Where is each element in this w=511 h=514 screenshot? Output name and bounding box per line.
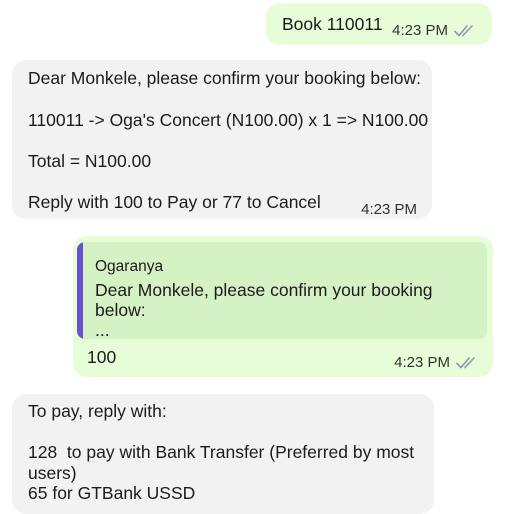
message-meta: 4:23 PM	[392, 22, 478, 39]
message-time: 4:23 PM	[392, 22, 448, 39]
double-check-icon	[454, 24, 473, 36]
message-text: Book 110011	[282, 14, 383, 34]
message-bubble-outgoing-reply[interactable]: Ogaranya Dear Monkele, please confirm yo…	[73, 236, 493, 377]
message-meta: 4:23 PM	[394, 354, 480, 371]
message-line: To pay, reply with:	[28, 401, 167, 421]
message-line: 65 for GTBank USSD	[28, 483, 196, 503]
message-line: 128 to pay with Bank Transfer (Preferred…	[28, 442, 420, 483]
message-line: 110011 -> Oga's Concert (N100.00) x 1 =>…	[28, 110, 429, 130]
message-bubble-incoming[interactable]: Dear Monkele, please confirm your bookin…	[12, 60, 432, 219]
quoted-message[interactable]: Ogaranya Dear Monkele, please confirm yo…	[77, 242, 487, 339]
message-bubble-outgoing[interactable]: Book 110011 4:23 PM	[266, 3, 492, 45]
quoted-author: Ogaranya	[95, 258, 164, 275]
message-line: Total = N100.00	[28, 151, 152, 171]
message-line: Reply with 100 to Pay or 77 to Cancel	[28, 192, 321, 212]
message-bubble-incoming[interactable]: To pay, reply with: 128 to pay with Bank…	[12, 394, 434, 514]
double-check-icon	[456, 356, 475, 368]
message-time: 4:23 PM	[361, 201, 417, 218]
message-meta: 4:23 PM	[361, 201, 417, 218]
message-line: Dear Monkele, please confirm your bookin…	[28, 68, 421, 88]
quoted-text: Dear Monkele, please confirm your bookin…	[95, 280, 433, 339]
message-time: 4:23 PM	[394, 354, 450, 371]
message-text: 100	[87, 347, 117, 367]
quote-accent-bar	[77, 242, 83, 339]
